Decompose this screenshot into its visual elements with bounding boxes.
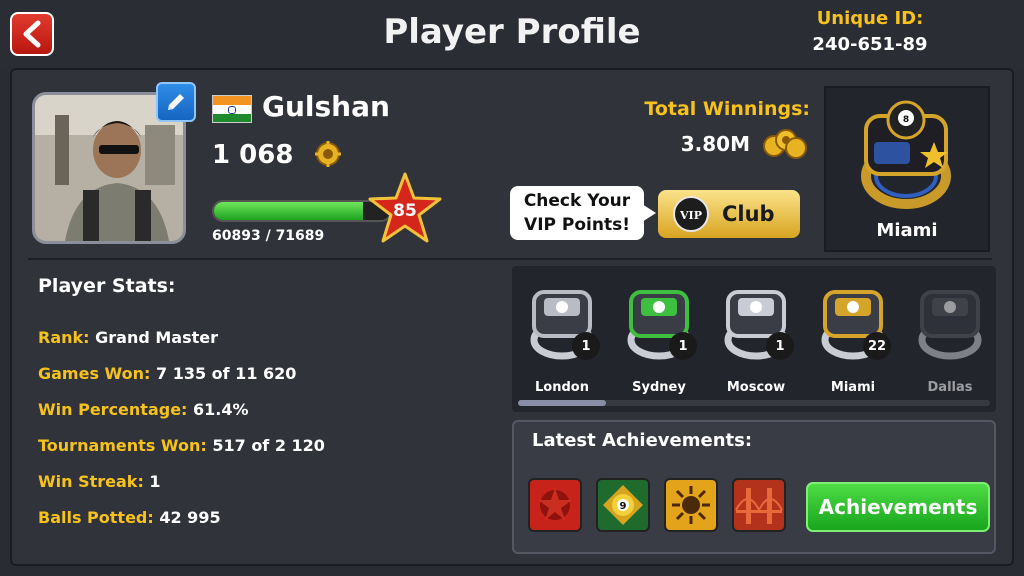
total-winnings-label: Total Winnings: — [644, 98, 810, 120]
golden-gate-icon[interactable] — [732, 478, 786, 532]
stat-value: 42 995 — [159, 508, 221, 527]
ring-item-miami[interactable]: 22 Miami — [805, 278, 901, 398]
stat-value: 517 of 2 120 — [212, 436, 325, 455]
vip-badge-icon: VIP — [673, 196, 709, 232]
stat-key: Tournaments Won: — [38, 436, 213, 455]
edit-profile-button[interactable] — [156, 82, 196, 122]
vip-prompt-line2: VIP Points! — [524, 215, 630, 235]
coin-stack-icon — [763, 129, 807, 159]
ring-item-sydney[interactable]: 1 Sydney — [611, 278, 707, 398]
ring-name: Moscow — [726, 380, 786, 395]
ring-name: Dallas — [927, 380, 973, 395]
stat-key: Win Percentage: — [38, 400, 194, 419]
level-value: 85 — [393, 201, 417, 221]
stat-value: 1 — [149, 472, 161, 491]
stat-row: Win Streak: 1 — [38, 472, 161, 491]
svg-text:8: 8 — [903, 115, 909, 125]
ring-item-moscow[interactable]: 1 Moscow — [708, 278, 804, 398]
india-flag-icon — [212, 95, 252, 123]
ring-count: 1 — [572, 332, 600, 360]
stat-row: Rank: Grand Master — [38, 328, 218, 347]
stat-key: Win Streak: — [38, 472, 150, 491]
total-winnings-value: 3.80M — [680, 132, 750, 156]
sun-emblem-icon[interactable] — [664, 478, 718, 532]
stat-value: 7 135 of 11 620 — [155, 364, 297, 383]
stat-row: Tournaments Won: 517 of 2 120 — [38, 436, 325, 455]
ring-count: 1 — [766, 332, 794, 360]
stat-row: Games Won: 7 135 of 11 620 — [38, 364, 296, 383]
pool-coins-icon — [315, 141, 341, 167]
xp-progress-text: 60893 / 71689 — [212, 228, 325, 244]
nine-ball-icon[interactable]: 9 — [596, 478, 650, 532]
red-emblem-icon[interactable] — [528, 478, 582, 532]
miami-ring-icon: 8 — [861, 100, 951, 209]
section-divider — [28, 258, 992, 260]
vip-club-button[interactable]: VIP Club — [658, 190, 800, 238]
ring-count: 22 — [863, 332, 891, 360]
stat-row: Balls Potted: 42 995 — [38, 508, 221, 527]
achievements-button[interactable]: Achievements — [806, 482, 990, 532]
unique-id-value: 240-651-89 — [812, 34, 928, 55]
dallas-ring-icon — [918, 290, 982, 360]
pool-coins-value: 1 068 — [212, 140, 294, 170]
ring-name: Sydney — [632, 380, 686, 395]
pencil-icon — [168, 94, 184, 110]
svg-text:9: 9 — [620, 501, 627, 512]
unique-id-label: Unique ID: — [816, 8, 924, 29]
xp-progress-fill — [214, 202, 364, 220]
ring-count: 1 — [669, 332, 697, 360]
ring-name: London — [535, 380, 589, 395]
latest-achievements-title: Latest Achievements: — [532, 430, 753, 451]
ring-item-london[interactable]: 1 London — [514, 278, 610, 398]
rings-scroll-thumb[interactable] — [518, 400, 606, 406]
ring-item-dallas[interactable]: Dallas — [902, 278, 996, 398]
stat-row: Win Percentage: 61.4% — [38, 400, 249, 419]
ring-name: Miami — [830, 380, 876, 395]
club-label: Club — [722, 202, 775, 226]
player-name: Gulshan — [262, 90, 390, 123]
vip-prompt-line1: Check Your — [523, 191, 631, 211]
player-stats-title: Player Stats: — [38, 275, 176, 297]
stat-value: Grand Master — [95, 328, 218, 347]
bubble-pointer — [642, 204, 656, 222]
stat-value: 61.4% — [193, 400, 249, 419]
vip-points-prompt[interactable]: Check Your VIP Points! — [510, 186, 644, 240]
rings-carousel[interactable]: 1 London 1 Sydney 1 Moscow 22 Miami Dallas — [512, 266, 996, 412]
stat-key: Balls Potted: — [38, 508, 160, 527]
stat-key: Games Won: — [38, 364, 156, 383]
stat-key: Rank: — [38, 328, 96, 347]
vip-badge-text: VIP — [679, 209, 702, 222]
level-star-icon: 85 — [368, 172, 442, 243]
featured-ring-name: Miami — [876, 220, 938, 241]
xp-progress-bar — [212, 200, 392, 222]
